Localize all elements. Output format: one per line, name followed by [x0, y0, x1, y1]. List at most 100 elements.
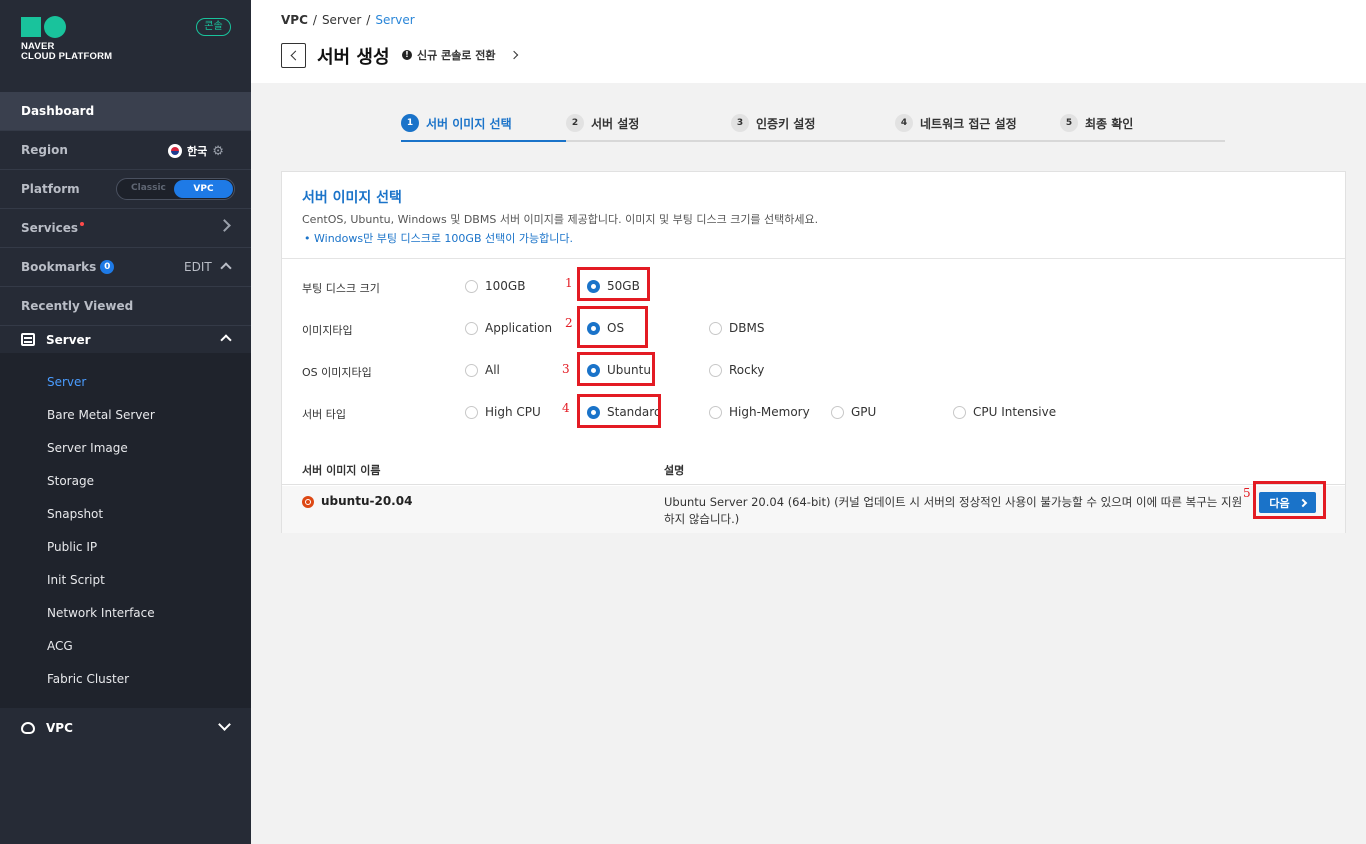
server-type-label: 서버 타입 [302, 408, 346, 421]
nav-services[interactable]: Services [0, 209, 251, 248]
page-header: VPC / Server / Server 서버 생성 ! 신규 콘솔로 전환 [251, 0, 1366, 83]
submenu-server[interactable]: Server [47, 375, 86, 389]
chevron-up-icon[interactable] [220, 262, 232, 274]
submenu-fabric-cluster[interactable]: Fabric Cluster [47, 672, 129, 686]
step-server-image[interactable]: 1 서버 이미지 선택 [401, 114, 512, 132]
breadcrumb-separator: / [366, 13, 371, 27]
radio-high-memory[interactable]: High-Memory [709, 405, 810, 419]
nav-server[interactable]: Server [0, 326, 251, 353]
radio-application[interactable]: Application [465, 321, 552, 335]
panel-note: • Windows만 부팅 디스크로 100GB 선택이 가능합니다. [304, 232, 573, 245]
korea-flag-icon [168, 144, 182, 158]
page-title: 서버 생성 [317, 47, 390, 68]
bookmarks-edit-button[interactable]: EDIT [184, 260, 212, 274]
step-server-settings[interactable]: 2 서버 설정 [566, 114, 639, 132]
breadcrumb-vpc[interactable]: VPC [281, 13, 308, 27]
radio-100gb[interactable]: 100GB [465, 279, 525, 293]
radio-circle [465, 405, 478, 419]
switch-console-link[interactable]: ! 신규 콘솔로 전환 [402, 47, 518, 63]
radio-cpu-intensive[interactable]: CPU Intensive [953, 405, 1056, 419]
step-final-confirm[interactable]: 5 최종 확인 [1060, 114, 1133, 132]
divider [282, 258, 1345, 259]
step-number: 3 [731, 114, 749, 132]
breadcrumb-server[interactable]: Server [322, 13, 361, 27]
step-label: 서버 설정 [591, 116, 640, 131]
radio-gpu[interactable]: GPU [831, 405, 876, 419]
submenu-snapshot[interactable]: Snapshot [47, 507, 103, 521]
nav-bookmarks-label: Bookmarks [21, 260, 97, 274]
radio-circle [953, 405, 966, 419]
submenu-bare-metal-server[interactable]: Bare Metal Server [47, 408, 155, 422]
radio-circle [465, 279, 478, 293]
logo-line2: CLOUD PLATFORM [21, 51, 113, 62]
server-image-panel: 서버 이미지 선택 CentOS, Ubuntu, Windows 및 DBMS… [281, 171, 1346, 533]
platform-vpc-option[interactable]: VPC [174, 180, 233, 198]
breadcrumb-server-current[interactable]: Server [375, 13, 414, 27]
submenu-network-interface[interactable]: Network Interface [47, 606, 155, 620]
step-number: 2 [566, 114, 584, 132]
radio-label: GPU [851, 405, 877, 419]
switch-console-label: 신규 콘솔로 전환 [417, 49, 496, 62]
annotation-number-1: 1 [565, 276, 573, 290]
vpc-cloud-icon [21, 721, 35, 734]
radio-circle [709, 363, 722, 377]
annotation-number-2: 2 [565, 316, 573, 330]
highlight-box-2 [577, 306, 648, 348]
console-badge[interactable]: 콘솔 [196, 18, 231, 36]
nav-dashboard[interactable]: Dashboard [0, 92, 251, 131]
platform-classic-option[interactable]: Classic [131, 183, 166, 193]
nav-server-label: Server [46, 332, 91, 347]
radio-label: High CPU [485, 405, 541, 419]
chevron-up-icon[interactable] [220, 334, 232, 346]
radio-circle [465, 321, 478, 335]
submenu-storage[interactable]: Storage [47, 474, 94, 488]
info-icon: ! [402, 50, 412, 60]
platform-toggle[interactable]: Classic VPC [116, 178, 235, 200]
step-active-indicator [401, 140, 566, 142]
image-table-header: 서버 이미지 이름 설명 [282, 455, 1345, 485]
highlight-box-1 [577, 267, 650, 301]
step-number: 1 [401, 114, 419, 132]
highlight-box-4 [577, 394, 661, 428]
step-network-access[interactable]: 4 네트워크 접근 설정 [895, 114, 1017, 132]
submenu-acg[interactable]: ACG [47, 639, 73, 653]
image-type-label: 이미지타입 [302, 324, 353, 337]
step-auth-key[interactable]: 3 인증키 설정 [731, 114, 815, 132]
radio-high-cpu[interactable]: High CPU [465, 405, 541, 419]
radio-label: DBMS [729, 321, 765, 335]
server-submenu: Server Bare Metal Server Server Image St… [0, 353, 251, 708]
image-description: Ubuntu Server 20.04 (64-bit) (커널 업데이트 시 … [664, 495, 1243, 526]
region-selector[interactable]: 한국 ⚙ [168, 143, 224, 159]
server-icon [21, 333, 35, 346]
bookmarks-count-badge: 0 [100, 260, 115, 274]
panel-note-text: Windows만 부팅 디스크로 100GB 선택이 가능합니다. [314, 232, 573, 245]
chevron-right-icon [509, 50, 518, 60]
boot-disk-label: 부팅 디스크 크기 [302, 282, 380, 295]
step-number: 5 [1060, 114, 1078, 132]
nav-dashboard-label: Dashboard [21, 104, 95, 118]
radio-all[interactable]: All [465, 363, 500, 377]
back-button[interactable] [281, 43, 306, 68]
nav-vpc[interactable]: VPC [0, 708, 251, 747]
submenu-init-script[interactable]: Init Script [47, 573, 105, 587]
logo-text: NAVER CLOUD PLATFORM [21, 42, 112, 62]
gear-icon[interactable]: ⚙ [212, 144, 224, 159]
radio-rocky[interactable]: Rocky [709, 363, 764, 377]
nav-recently-viewed[interactable]: Recently Viewed [0, 287, 251, 326]
radio-circle [465, 363, 478, 377]
table-row[interactable]: ubuntu-20.04 Ubuntu Server 20.04 (64-bit… [282, 486, 1345, 533]
nav-recently-viewed-label: Recently Viewed [21, 299, 134, 313]
chevron-down-icon[interactable] [218, 718, 231, 731]
new-dot-icon [80, 222, 85, 226]
radio-label: CPU Intensive [973, 405, 1057, 419]
nav-bookmarks[interactable]: Bookmarks 0 EDIT [0, 248, 251, 287]
submenu-server-image[interactable]: Server Image [47, 441, 128, 455]
radio-label: High-Memory [729, 405, 810, 419]
radio-dbms[interactable]: DBMS [709, 321, 764, 335]
submenu-public-ip[interactable]: Public IP [47, 540, 97, 554]
nav-services-label: Services [21, 221, 79, 235]
breadcrumb-separator: / [312, 13, 317, 27]
annotation-number-3: 3 [562, 362, 570, 376]
step-label: 최종 확인 [1085, 116, 1134, 131]
naver-cloud-logo[interactable]: NAVER CLOUD PLATFORM [21, 16, 112, 62]
